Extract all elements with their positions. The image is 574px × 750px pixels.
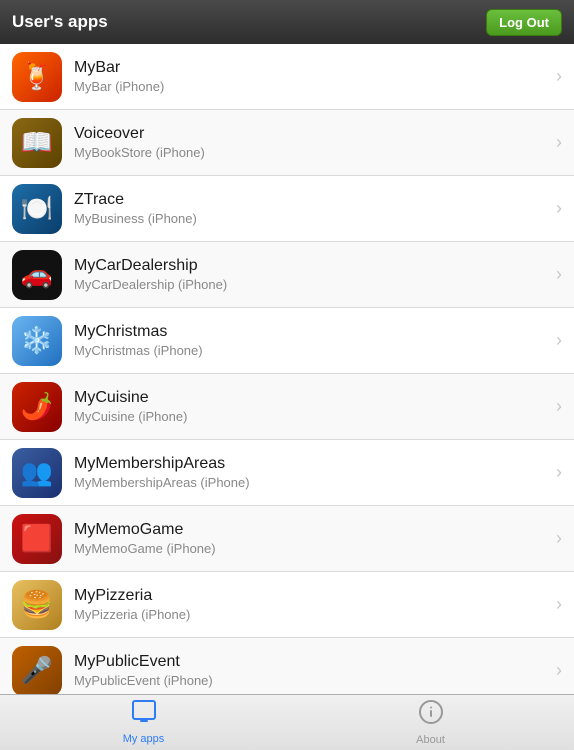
app-name: MyBar — [74, 59, 548, 77]
app-icon: 🍔 — [12, 580, 62, 630]
list-item[interactable]: 🚗 MyCarDealership MyCarDealership (iPhon… — [0, 242, 574, 308]
app-info: Voiceover MyBookStore (iPhone) — [74, 125, 548, 160]
chevron-right-icon: › — [556, 396, 562, 417]
app-name: MyCuisine — [74, 389, 548, 407]
list-item[interactable]: 🍔 MyPizzeria MyPizzeria (iPhone) › — [0, 572, 574, 638]
app-info: MyBar MyBar (iPhone) — [74, 59, 548, 94]
app-subtitle: MyPizzeria (iPhone) — [74, 607, 548, 622]
info-icon — [418, 699, 444, 732]
app-info: MyCarDealership MyCarDealership (iPhone) — [74, 257, 548, 292]
tab-bar: My apps About — [0, 694, 574, 750]
mymembershipareas-icon: 👥 — [12, 448, 62, 498]
chevron-right-icon: › — [556, 264, 562, 285]
app-name: Voiceover — [74, 125, 548, 143]
chevron-right-icon: › — [556, 462, 562, 483]
header: User's apps Log Out — [0, 0, 574, 44]
app-info: MyChristmas MyChristmas (iPhone) — [74, 323, 548, 358]
app-name: MyMembershipAreas — [74, 455, 548, 473]
mycuisine-icon: 🌶️ — [12, 382, 62, 432]
app-subtitle: MyBookStore (iPhone) — [74, 145, 548, 160]
app-icon: 🌶️ — [12, 382, 62, 432]
app-icon: 📖 — [12, 118, 62, 168]
app-info: MyMembershipAreas MyMembershipAreas (iPh… — [74, 455, 548, 490]
app-icon: 👥 — [12, 448, 62, 498]
voiceover-icon: 📖 — [12, 118, 62, 168]
app-name: MyChristmas — [74, 323, 548, 341]
mychristmas-icon: ❄️ — [12, 316, 62, 366]
chevron-right-icon: › — [556, 594, 562, 615]
app-icon: 🎤 — [12, 646, 62, 695]
tab-myapps-label: My apps — [123, 733, 165, 745]
logout-button[interactable]: Log Out — [486, 9, 562, 36]
app-name: ZTrace — [74, 191, 548, 209]
app-name: MyMemoGame — [74, 521, 548, 539]
list-item[interactable]: 🟥 MyMemoGame MyMemoGame (iPhone) › — [0, 506, 574, 572]
chevron-right-icon: › — [556, 132, 562, 153]
chevron-right-icon: › — [556, 660, 562, 681]
list-item[interactable]: 👥 MyMembershipAreas MyMembershipAreas (i… — [0, 440, 574, 506]
chevron-right-icon: › — [556, 198, 562, 219]
app-name: MyCarDealership — [74, 257, 548, 275]
tab-about-label: About — [416, 734, 445, 746]
list-item[interactable]: ❄️ MyChristmas MyChristmas (iPhone) › — [0, 308, 574, 374]
app-list: 🍹 MyBar MyBar (iPhone) › 📖 Voiceover MyB… — [0, 44, 574, 694]
app-icon: 🚗 — [12, 250, 62, 300]
ztrace-icon: 🍽️ — [12, 184, 62, 234]
tab-myapps[interactable]: My apps — [0, 696, 287, 749]
app-subtitle: MyBusiness (iPhone) — [74, 211, 548, 226]
app-subtitle: MyBar (iPhone) — [74, 79, 548, 94]
app-icon: 🍽️ — [12, 184, 62, 234]
app-info: MyMemoGame MyMemoGame (iPhone) — [74, 521, 548, 556]
app-subtitle: MyMemoGame (iPhone) — [74, 541, 548, 556]
tablet-icon — [130, 700, 158, 731]
app-subtitle: MyCuisine (iPhone) — [74, 409, 548, 424]
header-title: User's apps — [12, 12, 108, 32]
app-subtitle: MyCarDealership (iPhone) — [74, 277, 548, 292]
chevron-right-icon: › — [556, 528, 562, 549]
app-info: MyPizzeria MyPizzeria (iPhone) — [74, 587, 548, 622]
app-icon: 🟥 — [12, 514, 62, 564]
list-item[interactable]: 🎤 MyPublicEvent MyPublicEvent (iPhone) › — [0, 638, 574, 694]
list-item[interactable]: 📖 Voiceover MyBookStore (iPhone) › — [0, 110, 574, 176]
app-name: MyPublicEvent — [74, 653, 548, 671]
mymemogame-icon: 🟥 — [12, 514, 62, 564]
app-icon: ❄️ — [12, 316, 62, 366]
mypublicevent-icon: 🎤 — [12, 646, 62, 695]
app-info: MyCuisine MyCuisine (iPhone) — [74, 389, 548, 424]
tab-about[interactable]: About — [287, 695, 574, 750]
app-name: MyPizzeria — [74, 587, 548, 605]
app-info: ZTrace MyBusiness (iPhone) — [74, 191, 548, 226]
list-item[interactable]: 🍹 MyBar MyBar (iPhone) › — [0, 44, 574, 110]
app-subtitle: MyMembershipAreas (iPhone) — [74, 475, 548, 490]
chevron-right-icon: › — [556, 66, 562, 87]
chevron-right-icon: › — [556, 330, 562, 351]
app-icon: 🍹 — [12, 52, 62, 102]
mycardealership-icon: 🚗 — [12, 250, 62, 300]
list-item[interactable]: 🌶️ MyCuisine MyCuisine (iPhone) › — [0, 374, 574, 440]
list-item[interactable]: 🍽️ ZTrace MyBusiness (iPhone) › — [0, 176, 574, 242]
mypizzeria-icon: 🍔 — [12, 580, 62, 630]
app-subtitle: MyChristmas (iPhone) — [74, 343, 548, 358]
app-info: MyPublicEvent MyPublicEvent (iPhone) — [74, 653, 548, 688]
mybar-icon: 🍹 — [12, 52, 62, 102]
app-subtitle: MyPublicEvent (iPhone) — [74, 673, 548, 688]
